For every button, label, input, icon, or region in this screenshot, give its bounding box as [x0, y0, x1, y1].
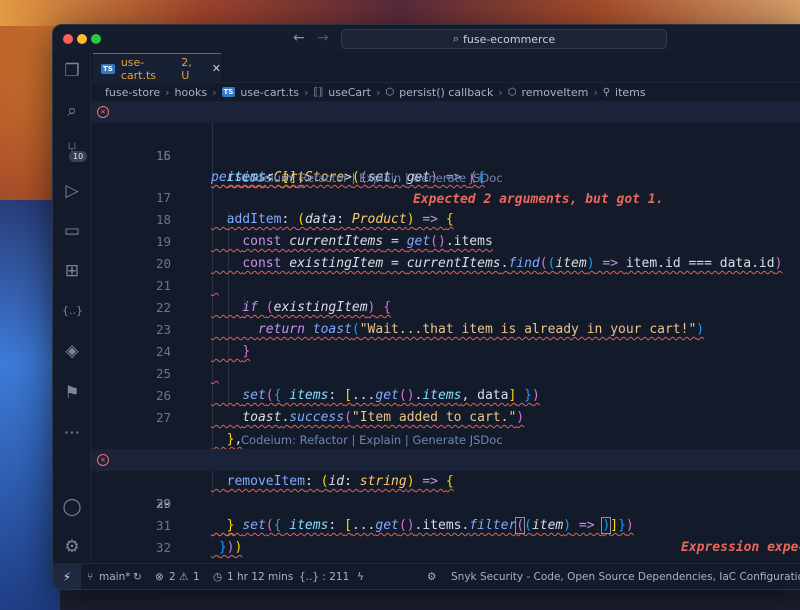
breadcrumb-item[interactable]: persist() callback	[399, 86, 493, 99]
code-line: 33	[91, 537, 800, 577]
zoom-window-button[interactable]	[91, 34, 101, 44]
tab-use-cart[interactable]: TS use-cart.ts 2, U ✕	[93, 53, 221, 83]
code-editor[interactable]: ✕ 15 persist<CartStore>((set, get) => ({…	[91, 101, 800, 589]
workspace-name: fuse-ecommerce	[463, 32, 556, 46]
code-line: 19 const existingItem = currentItems.fin…	[91, 209, 800, 271]
code-line: ✕ 29 set({ items: [...get().items.filter…	[91, 449, 800, 555]
code-line: 20	[91, 231, 800, 271]
chevron-right-icon: ›	[212, 85, 217, 99]
command-center-search[interactable]: ⌕ fuse-ecommerce	[341, 29, 667, 49]
breadcrumb-item[interactable]: use-cart.ts	[240, 86, 299, 99]
breadcrumb-item[interactable]: hooks	[175, 86, 208, 99]
wallpaper	[0, 0, 800, 26]
breadcrumb-item[interactable]: items	[615, 86, 646, 99]
code-line: 30 }	[91, 471, 800, 533]
minimize-window-button[interactable]	[77, 34, 87, 44]
method-icon: ⬡	[385, 86, 395, 98]
account-icon[interactable]: ◯	[62, 497, 82, 517]
status-bar: ⚡ ⑂ main* ↻ ⊗ 2 ⚠ 1 ◷ 1 hr 12 mins {..} …	[53, 563, 800, 589]
breadcrumb-item[interactable]: removeItem	[522, 86, 589, 99]
title-bar: ← → ⌕ fuse-ecommerce	[53, 25, 800, 53]
source-control-badge: 10	[69, 151, 88, 162]
typescript-file-icon: TS	[101, 63, 115, 74]
error-icon[interactable]: ✕	[97, 454, 109, 466]
tab-bar: TS use-cart.ts 2, U ✕	[91, 53, 800, 83]
settings-gear-icon[interactable]: ⚙	[62, 537, 82, 557]
forward-arrow-icon[interactable]: →	[317, 30, 329, 46]
activity-bar: ❐ ⌕ ⑂ 10 ▷ ▭ ⊞ {..} ◈ ⚑ ⋯ ◯ ⚙	[53, 53, 91, 563]
wakatime-timer[interactable]: 1 hr 12 mins	[227, 571, 293, 583]
wallpaper-glow	[0, 200, 60, 610]
json-icon[interactable]: {..}	[62, 301, 83, 321]
chevron-right-icon: ›	[165, 85, 170, 99]
warning-icon: ⚠	[179, 571, 189, 583]
remote-explorer-icon[interactable]: ▭	[62, 221, 82, 241]
code-line: 26 toast.success("Item added to cart.")	[91, 363, 800, 425]
branch-name[interactable]: main*	[99, 571, 131, 583]
code-line: 16 items: [],	[91, 123, 800, 185]
problems-warnings[interactable]: 1	[193, 571, 200, 583]
search-icon: ⌕	[452, 32, 459, 45]
explorer-icon[interactable]: ❐	[62, 61, 82, 81]
breadcrumb: fuse-store › hooks › TS use-cart.ts › ⟦⟧…	[91, 83, 800, 101]
breadcrumb-item[interactable]: fuse-store	[105, 86, 160, 99]
remote-indicator-icon[interactable]: ⚡	[53, 564, 81, 589]
method-icon: ⬡	[507, 86, 517, 98]
search-icon[interactable]: ⌕	[62, 101, 82, 121]
snyk-icon[interactable]: ◈	[62, 341, 82, 361]
code-line: 18 const currentItems = get().items	[91, 187, 800, 249]
error-count-icon: ⊗	[155, 571, 164, 583]
chevron-right-icon: ›	[375, 85, 381, 99]
chevron-right-icon: ›	[303, 85, 309, 99]
close-icon[interactable]: ✕	[212, 62, 221, 75]
back-arrow-icon[interactable]: ←	[293, 30, 305, 46]
problems-errors[interactable]: 2	[169, 571, 176, 583]
code-line: 27 },	[91, 385, 800, 447]
tab-label: use-cart.ts	[120, 55, 156, 82]
code-line: 28 removeItem: (id: string) => {	[91, 427, 800, 489]
sync-icon[interactable]: ↻	[133, 571, 142, 583]
code-line: 32 );	[91, 515, 800, 577]
codelens-row: Codeium: Refactor | Explain | Generate J…	[91, 407, 800, 447]
code-line: 24	[91, 319, 800, 359]
chevron-right-icon: ›	[593, 85, 598, 99]
code-line: 22 return toast("Wait...that item is alr…	[91, 275, 800, 337]
code-line: 23 }	[91, 297, 800, 359]
code-line: 17 addItem: (data: Product) => {	[91, 165, 800, 227]
chevron-right-icon: ›	[498, 85, 503, 99]
error-icon[interactable]: ✕	[97, 106, 109, 118]
vscode-window: ← → ⌕ fuse-ecommerce ❐ ⌕ ⑂ 10 ▷ ▭ ⊞ {..}…	[52, 24, 800, 590]
codelens-row: Codeium: Refactor | Explain | Generate J…	[91, 145, 800, 185]
lightning-icon[interactable]: ϟ	[357, 571, 364, 583]
bracket-status[interactable]: {..} : 211	[299, 571, 349, 583]
code-line: 31 }))	[91, 493, 800, 555]
code-line: 25 set({ items: [...get().items, data] }…	[91, 341, 800, 403]
variable-icon: ⟦⟧	[313, 86, 324, 98]
extensions-icon[interactable]: ⊞	[62, 261, 82, 281]
typescript-file-icon: TS	[221, 87, 236, 97]
breadcrumb-item[interactable]: useCart	[328, 86, 371, 99]
field-icon: ⚲	[602, 86, 611, 98]
snyk-status[interactable]: Snyk Security - Code, Open Source Depend…	[451, 571, 800, 583]
bookmark-icon[interactable]: ⚑	[62, 383, 82, 403]
clock-icon: ◷	[213, 571, 223, 583]
run-debug-icon[interactable]: ▷	[62, 181, 82, 201]
code-line: ✕ 15 persist<CartStore>((set, get) => ({…	[91, 101, 800, 207]
tab-status: 2, U	[181, 55, 192, 82]
gear-icon[interactable]: ⚙	[427, 571, 436, 583]
branch-icon: ⑂	[87, 571, 94, 583]
close-window-button[interactable]	[63, 34, 73, 44]
code-line: 21 if (existingItem) {	[91, 253, 800, 315]
more-icon[interactable]: ⋯	[62, 423, 82, 443]
